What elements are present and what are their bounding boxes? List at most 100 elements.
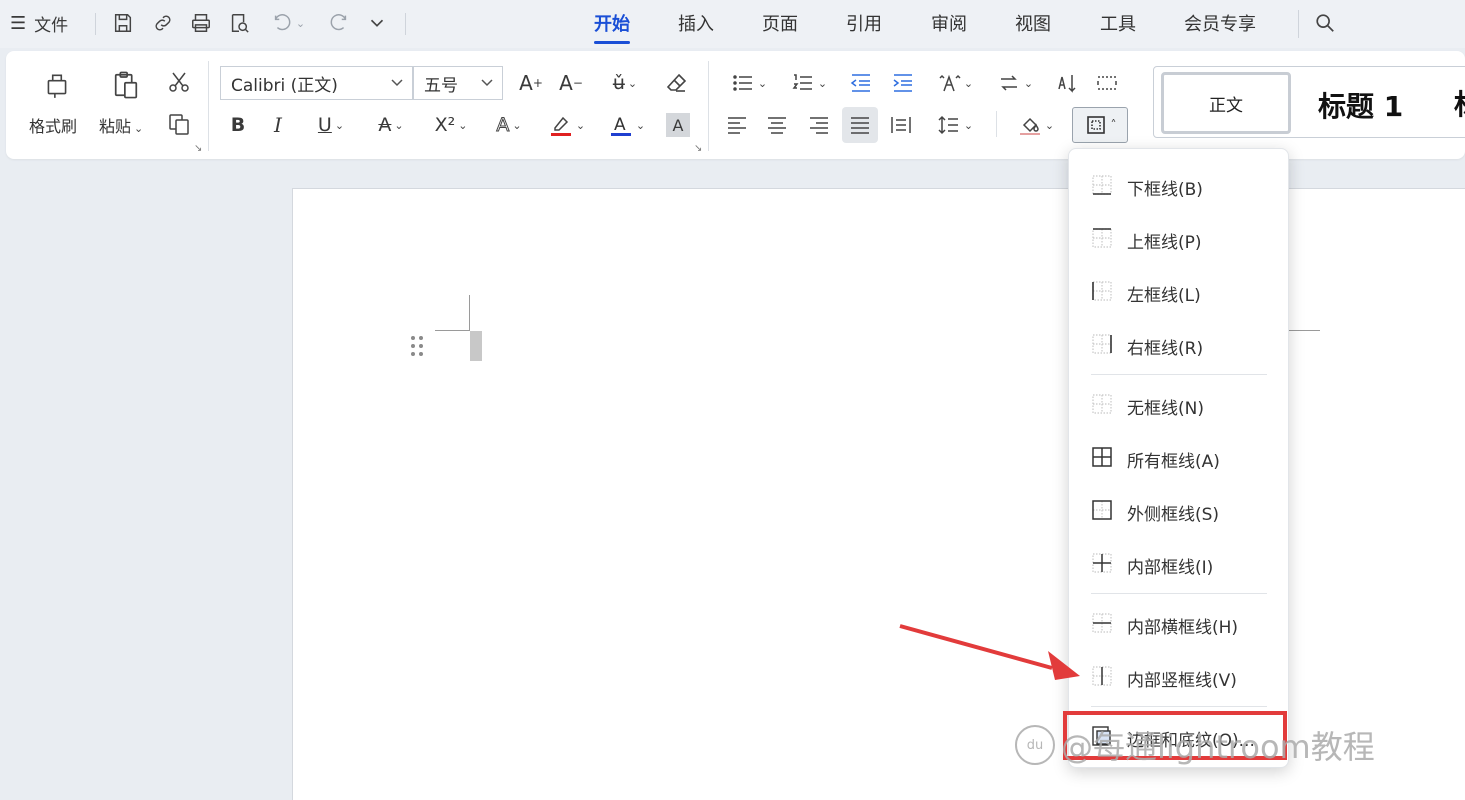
- tab-tools[interactable]: 工具: [1100, 8, 1136, 38]
- file-menu[interactable]: ☰ 文件: [10, 9, 68, 37]
- menu-item-inside-horizontal-border[interactable]: 内部横框线(H): [1069, 601, 1290, 645]
- show-hide-marks-icon[interactable]: [1092, 67, 1122, 99]
- tab-page[interactable]: 页面: [762, 8, 798, 38]
- underline-button[interactable]: U ⌄: [308, 109, 354, 141]
- chevron-down-icon: ⌄: [394, 118, 404, 132]
- font-name-select[interactable]: Calibri (正文): [220, 66, 413, 100]
- decrease-indent-icon[interactable]: [846, 67, 876, 99]
- menu-item-label: 外侧框线(S): [1127, 505, 1220, 525]
- menu-item-no-border[interactable]: 无框线(N): [1069, 382, 1290, 426]
- paragraph-drag-handle-icon[interactable]: [410, 334, 424, 358]
- menu-item-all-borders[interactable]: 所有框线(A): [1069, 435, 1290, 479]
- tab-member[interactable]: 会员专享: [1184, 8, 1256, 38]
- menu-item-label: 右框线(R): [1127, 339, 1204, 359]
- crop-mark: [1288, 330, 1320, 331]
- sort-icon[interactable]: [1052, 67, 1082, 99]
- right-border-icon: [1092, 334, 1112, 354]
- style-heading-1[interactable]: 标题 1: [1318, 85, 1403, 125]
- numbering-button[interactable]: ⌄: [786, 67, 832, 99]
- inside-vertical-border-icon: [1092, 666, 1112, 686]
- distributed-align-icon[interactable]: [886, 109, 916, 141]
- svg-text:A: A: [614, 115, 626, 135]
- increase-font-size-icon[interactable]: A +: [516, 67, 546, 99]
- align-left-icon[interactable]: [722, 109, 752, 141]
- font-size-select[interactable]: 五号: [413, 66, 503, 100]
- tab-review[interactable]: 审阅: [931, 8, 967, 38]
- chevron-down-icon: ⌄: [627, 76, 638, 90]
- highlighter-icon: [550, 116, 571, 136]
- text-effect-button[interactable]: A ⌄: [486, 109, 532, 141]
- chevron-down-icon: ⌄: [134, 122, 144, 135]
- superscript-button[interactable]: X² ⌄: [428, 109, 474, 141]
- format-painter-icon: [47, 74, 67, 98]
- align-right-icon[interactable]: [804, 109, 834, 141]
- chevron-down-icon: ⌄: [1023, 76, 1034, 90]
- decrease-font-size-icon[interactable]: A −: [556, 67, 586, 99]
- format-painter-button[interactable]: [36, 65, 78, 105]
- menu-item-inside-vertical-border[interactable]: 内部竖框线(V): [1069, 654, 1290, 698]
- menu-item-inside-borders[interactable]: 内部框线(I): [1069, 541, 1290, 585]
- menu-item-top-border[interactable]: 上框线(P): [1069, 216, 1290, 260]
- underline-icon: U: [317, 114, 332, 136]
- shading-button[interactable]: ⌄: [1012, 109, 1060, 141]
- clear-formatting-icon[interactable]: [662, 67, 692, 99]
- menu-item-label: 内部横框线(H): [1127, 618, 1239, 638]
- chevron-down-icon: ⌄: [512, 118, 522, 132]
- font-name-value: Calibri (正文): [231, 75, 338, 96]
- menu-item-left-border[interactable]: 左框线(L): [1069, 269, 1290, 313]
- line-spacing-button[interactable]: ⌄: [932, 109, 978, 141]
- inside-horizontal-border-icon: [1092, 613, 1112, 633]
- no-border-icon: [1092, 394, 1112, 414]
- menu-item-label: 内部竖框线(V): [1127, 671, 1237, 691]
- crop-mark: [469, 295, 470, 331]
- divider: [1298, 10, 1299, 38]
- search-icon[interactable]: [1310, 9, 1340, 37]
- undo-icon: [274, 14, 291, 31]
- undo-button[interactable]: ⌄: [266, 9, 310, 37]
- cut-icon[interactable]: [164, 67, 194, 97]
- style-normal[interactable]: 正文: [1161, 72, 1291, 134]
- ltr-rtl-button[interactable]: ⌄: [992, 67, 1038, 99]
- crop-mark: [435, 330, 470, 331]
- character-shading-icon[interactable]: A: [666, 113, 690, 137]
- paste-menu[interactable]: 粘贴 ⌄: [99, 113, 143, 137]
- tab-insert[interactable]: 插入: [678, 8, 714, 38]
- highlight-color-button[interactable]: ⌄: [544, 109, 590, 141]
- all-borders-icon: [1092, 447, 1112, 467]
- increase-indent-icon[interactable]: [888, 67, 918, 99]
- strikethrough-button[interactable]: A ⌄: [368, 109, 414, 141]
- undo-dropdown-icon: ⌄: [295, 16, 306, 30]
- style-heading-2-partial[interactable]: 标: [1454, 83, 1465, 123]
- chevron-down-icon: ⌄: [963, 118, 974, 132]
- borders-button[interactable]: ˄: [1072, 107, 1128, 143]
- justify-icon[interactable]: [842, 107, 878, 143]
- paste-button[interactable]: [106, 65, 146, 105]
- tab-references[interactable]: 引用: [846, 8, 882, 38]
- menu-item-outside-borders[interactable]: 外侧框线(S): [1069, 488, 1290, 532]
- chevron-down-icon: [391, 79, 403, 87]
- link-icon[interactable]: [148, 9, 178, 37]
- print-preview-icon[interactable]: [224, 9, 254, 37]
- redo-icon[interactable]: [324, 9, 354, 37]
- quick-access-more-icon[interactable]: [362, 9, 392, 37]
- menu-item-bottom-border[interactable]: 下框线(B): [1069, 163, 1290, 207]
- phonetic-guide-button[interactable]: ǔ̶ ⌄: [602, 67, 648, 99]
- font-color-button[interactable]: A ⌄: [604, 109, 650, 141]
- align-center-icon[interactable]: [762, 109, 792, 141]
- text-direction-button[interactable]: ⌄: [932, 67, 978, 99]
- copy-icon[interactable]: [164, 109, 194, 139]
- clipboard-launcher-icon[interactable]: ↘: [194, 143, 202, 154]
- save-icon[interactable]: [108, 9, 138, 37]
- bullets-button[interactable]: ⌄: [726, 67, 772, 99]
- tab-view[interactable]: 视图: [1015, 8, 1051, 38]
- bold-icon[interactable]: B: [224, 109, 252, 141]
- menu-item-right-border[interactable]: 右框线(R): [1069, 322, 1290, 366]
- print-icon[interactable]: [186, 9, 216, 37]
- menu-separator: [1091, 593, 1267, 594]
- border-icon: [1086, 116, 1105, 134]
- format-painter-label[interactable]: 格式刷: [29, 113, 77, 137]
- ribbon: 格式刷 粘贴 ⌄ ↘ Calibri (正文) 五号 A + A − ǔ̶ ⌄ B I …: [6, 51, 1465, 159]
- font-launcher-icon[interactable]: ↘: [694, 143, 702, 154]
- tab-home[interactable]: 开始: [594, 8, 630, 44]
- italic-icon[interactable]: I: [264, 109, 292, 141]
